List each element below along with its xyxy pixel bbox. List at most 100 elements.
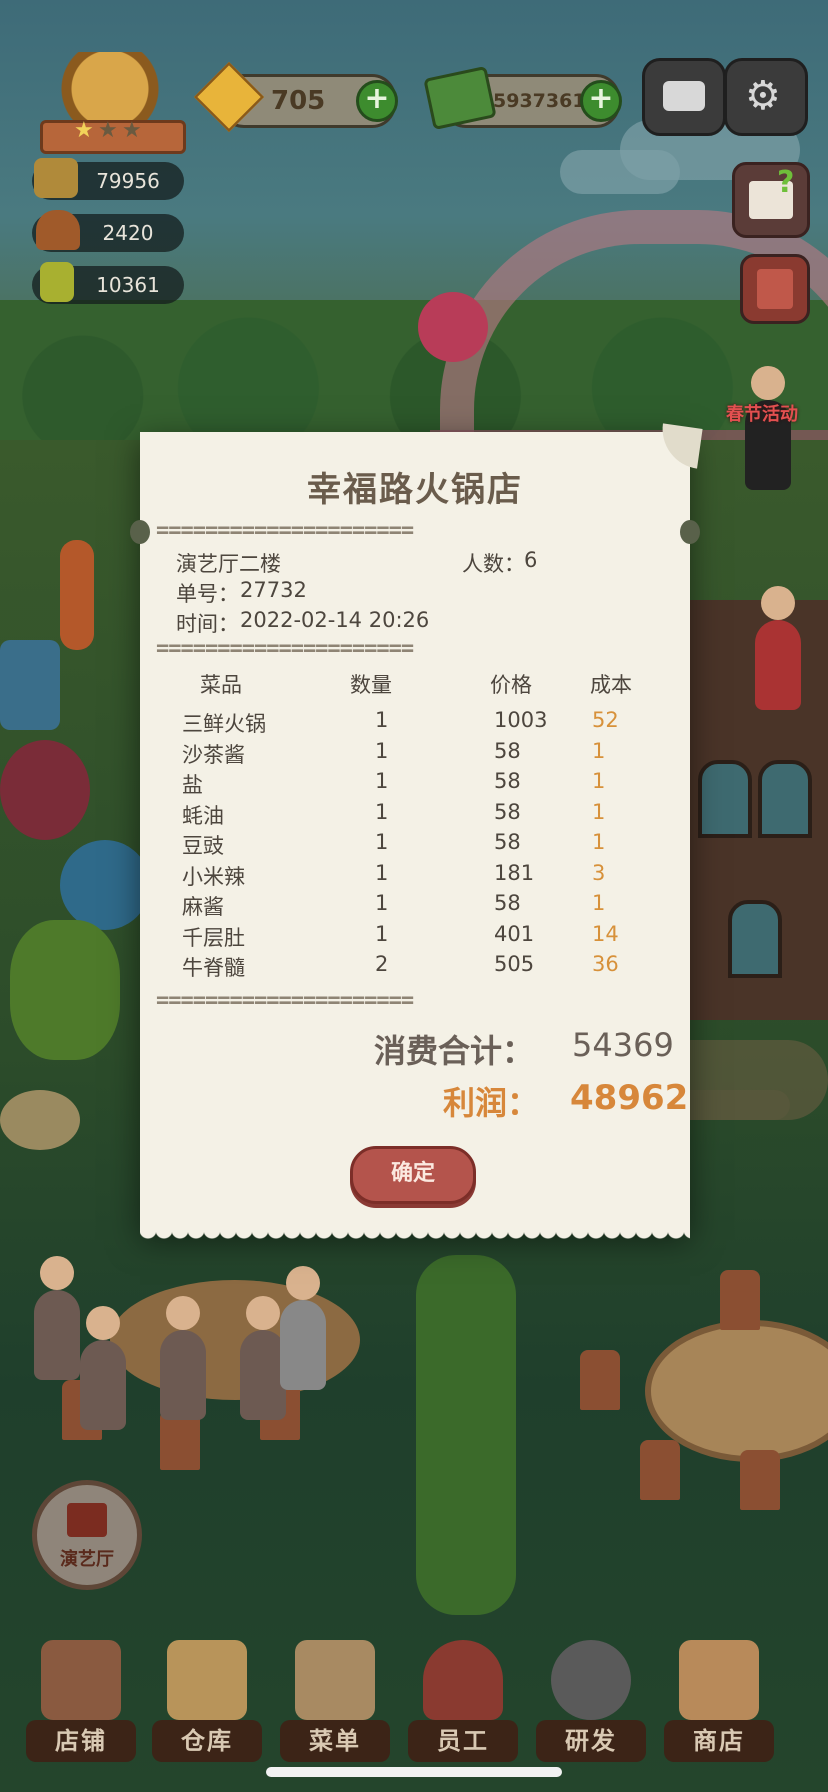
stat-value-1: 79956 (96, 169, 160, 193)
order-items-list: 三鲜火锅 1 1003 52 沙茶酱 1 58 1 盐 1 58 1 蚝油 1 … (140, 708, 690, 983)
recipe-book-icon (40, 262, 74, 302)
nav-research[interactable]: 研发 (536, 1620, 646, 1770)
nav-store[interactable]: 商店 (664, 1620, 774, 1770)
item-cost: 14 (592, 921, 619, 946)
add-cash-button[interactable]: + (580, 80, 622, 122)
window (758, 760, 812, 838)
chair (740, 1450, 780, 1510)
star-icon: ★ (122, 118, 142, 143)
nav-label: 店铺 (26, 1720, 136, 1762)
chair (640, 1440, 680, 1500)
item-cost: 1 (592, 799, 606, 824)
item-cost: 52 (592, 708, 619, 732)
cashier-icon (34, 158, 78, 198)
order-item-row: 三鲜火锅 1 1003 52 (140, 708, 690, 739)
item-price: 1003 (494, 708, 548, 732)
order-time: 2022-02-14 20:26 (240, 608, 430, 632)
item-quantity: 1 (375, 830, 389, 854)
item-name: 麻酱 (182, 895, 224, 919)
customer (160, 1296, 206, 1420)
stat-value-3: 10361 (96, 273, 160, 297)
order-time-label: 时间： (176, 612, 239, 636)
heart-balloon (418, 292, 488, 362)
order-item-row: 麻酱 1 58 1 (140, 891, 690, 922)
item-price: 58 (494, 769, 521, 793)
cloud (560, 150, 680, 194)
customer (34, 1256, 80, 1380)
question-icon: ? (777, 165, 795, 200)
vine-plant (10, 920, 120, 1060)
item-name: 三鲜火锅 (182, 712, 266, 736)
flower-plant (0, 740, 90, 840)
camera-button[interactable] (642, 58, 726, 136)
research-wok-icon (551, 1640, 631, 1720)
item-cost: 1 (592, 830, 606, 854)
journal-icon (757, 269, 793, 309)
settings-button[interactable]: ⚙ (724, 58, 808, 136)
nav-label: 仓库 (152, 1720, 262, 1762)
profit-amount: 48962 (570, 1078, 689, 1118)
customer (280, 1266, 326, 1390)
chair (720, 1270, 760, 1330)
item-quantity: 1 (375, 891, 389, 915)
item-cost: 1 (592, 769, 606, 793)
column-header-dish: 菜品 (200, 673, 242, 697)
item-name: 千层肚 (182, 925, 245, 950)
item-quantity: 1 (375, 738, 389, 763)
order-number-label: 单号： (176, 582, 239, 606)
home-indicator[interactable] (266, 1767, 562, 1777)
waterfall (0, 640, 60, 730)
item-price: 181 (494, 860, 535, 885)
item-name: 沙茶酱 (182, 742, 245, 767)
profit-label: 利润： (443, 1084, 540, 1122)
camera-icon (663, 81, 705, 111)
nav-warehouse[interactable]: 仓库 (152, 1620, 262, 1770)
item-name: 豆豉 (182, 834, 224, 858)
column-header-quantity: 数量 (350, 673, 392, 697)
order-number: 27732 (240, 578, 307, 602)
order-item-row: 蚝油 1 58 1 (140, 800, 690, 831)
item-quantity: 1 (375, 921, 389, 946)
window (728, 900, 782, 978)
store-front-icon (679, 1640, 759, 1720)
order-item-row: 牛脊髓 2 505 36 (140, 952, 690, 983)
performance-hall-button[interactable]: 演艺厅 (32, 1480, 142, 1590)
add-gems-button[interactable]: + (356, 80, 398, 122)
total-amount: 54369 (572, 1026, 674, 1064)
window (698, 760, 752, 838)
warehouse-box-icon (167, 1640, 247, 1720)
item-price: 58 (494, 799, 521, 824)
item-name: 牛脊髓 (182, 956, 245, 980)
table-location: 演艺厅二楼 (176, 552, 281, 576)
journal-button[interactable] (740, 254, 810, 324)
divider-line: ===================== (156, 990, 414, 1012)
confirm-button[interactable]: 确定 (350, 1146, 476, 1204)
item-name: 小米辣 (182, 864, 245, 889)
chair (580, 1350, 620, 1410)
cloche-icon (36, 210, 80, 250)
customer (80, 1306, 126, 1430)
chef-rank-badge[interactable]: ★ ★ ★ (40, 52, 186, 154)
star-icon: ★ (74, 118, 94, 143)
guide-book-button[interactable]: ? (732, 162, 810, 238)
item-price: 505 (494, 952, 535, 976)
carrot (60, 540, 94, 650)
nav-staff[interactable]: 员工 (408, 1620, 518, 1770)
shop-icon (41, 1640, 121, 1720)
guest-count: 6 (524, 548, 538, 572)
hedge (416, 1255, 516, 1615)
nav-label: 员工 (408, 1720, 518, 1762)
item-quantity: 1 (375, 799, 389, 824)
item-cost: 3 (592, 860, 606, 885)
item-name: 蚝油 (182, 803, 224, 828)
nav-menu[interactable]: 菜单 (280, 1620, 390, 1770)
waitress (755, 586, 801, 710)
nav-shop[interactable]: 店铺 (26, 1620, 136, 1770)
performance-hall-label: 演艺厅 (60, 1549, 114, 1570)
menu-clipboard-icon (295, 1640, 375, 1720)
item-price: 58 (494, 738, 521, 763)
item-cost: 1 (592, 891, 606, 915)
nav-label: 商店 (664, 1720, 774, 1762)
spring-festival-event-label[interactable]: 春节活动 (726, 400, 798, 426)
item-quantity: 2 (375, 952, 389, 976)
